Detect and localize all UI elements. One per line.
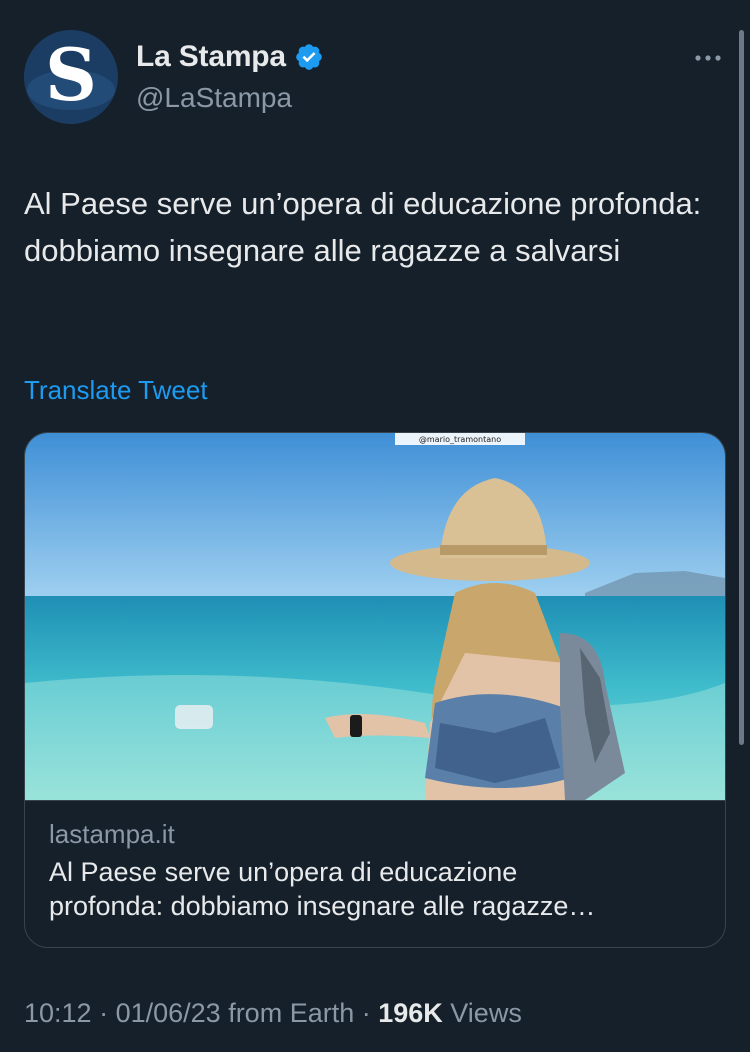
tweet-meta: 10:12 · 01/06/23 from Earth · 196K Views — [24, 998, 522, 1029]
views-count: 196K — [378, 998, 443, 1028]
scrollbar[interactable] — [739, 30, 744, 745]
separator: · — [354, 998, 379, 1028]
tweet-source: from Earth — [220, 998, 355, 1028]
image-watermark: @mario_tramontano — [419, 435, 501, 444]
user-handle[interactable]: @LaStampa — [136, 82, 292, 114]
display-name[interactable]: La Stampa — [136, 40, 286, 74]
more-options-button[interactable] — [692, 42, 724, 74]
card-meta: lastampa.it Al Paese serve un’opera di e… — [25, 800, 725, 947]
translate-tweet-link[interactable]: Translate Tweet — [24, 375, 208, 406]
tweet-date[interactable]: 01/06/23 — [116, 998, 221, 1028]
card-title: Al Paese serve un’opera di educazione pr… — [49, 855, 701, 923]
avatar-letter: S — [45, 32, 97, 117]
avatar[interactable]: S — [24, 30, 118, 124]
author-name-row[interactable]: La Stampa — [136, 40, 324, 74]
tweet-time[interactable]: 10:12 — [24, 998, 92, 1028]
views-label: Views — [442, 998, 522, 1028]
separator: · — [91, 998, 116, 1028]
tweet-text: Al Paese serve un’opera di educazione pr… — [24, 186, 702, 268]
card-title-line-2: profonda: dobbiamo insegnare alle ragazz… — [49, 891, 596, 921]
link-preview-card[interactable]: @mario_tramontano lastampa.it Al Paese s… — [24, 432, 726, 948]
avatar-image: S — [24, 30, 118, 124]
verified-badge-icon — [294, 42, 324, 72]
card-image: @mario_tramontano — [25, 433, 725, 800]
more-icon — [695, 55, 721, 61]
card-domain: lastampa.it — [49, 819, 175, 849]
card-title-line-1: Al Paese serve un’opera di educazione — [49, 857, 518, 887]
